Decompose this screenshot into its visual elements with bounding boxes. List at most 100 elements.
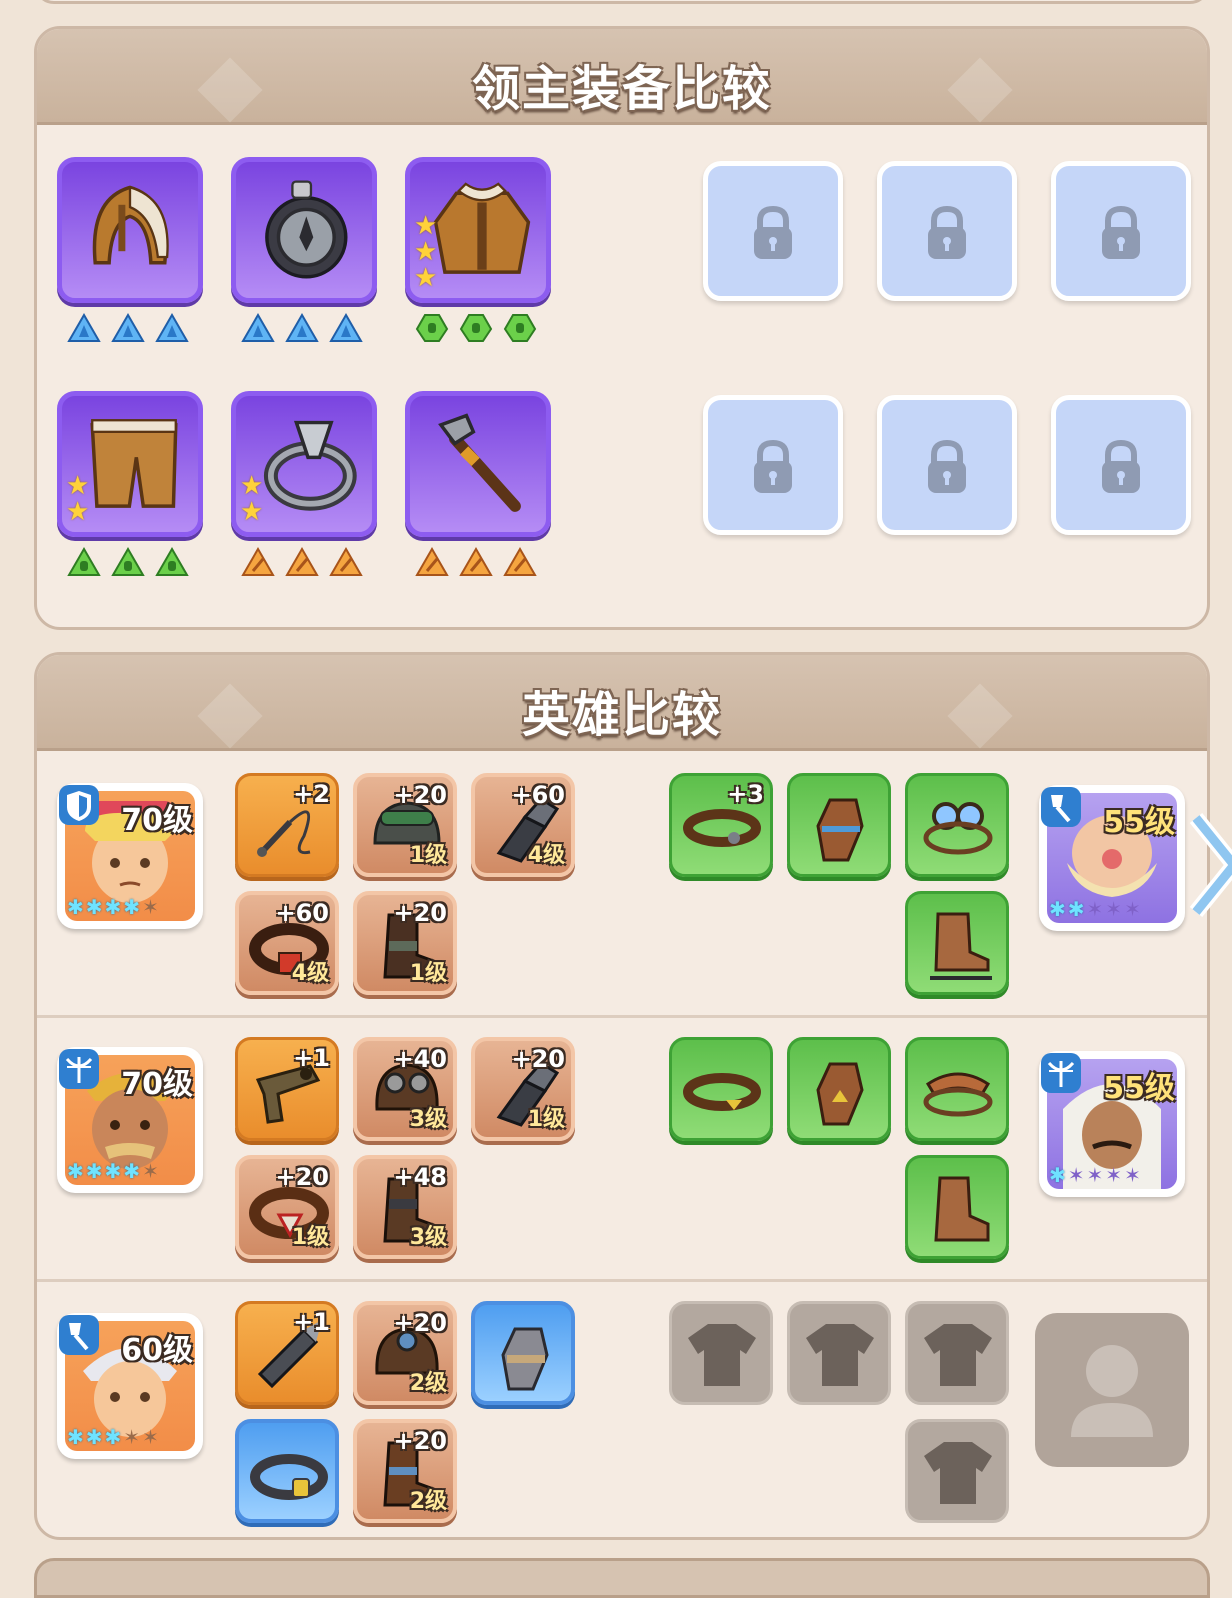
equip-slot[interactable]: +60 4级 bbox=[471, 773, 575, 877]
equip-bonus: +2 bbox=[293, 780, 330, 808]
blue-gem-icon bbox=[285, 313, 319, 342]
empty-hero-slot[interactable] bbox=[1035, 1313, 1189, 1467]
hammer-staff-icon bbox=[438, 413, 521, 512]
lord-slot-hat[interactable] bbox=[57, 157, 203, 303]
equip-slot[interactable]: +3 bbox=[669, 773, 773, 877]
orange-gem-icon bbox=[415, 547, 449, 576]
empty-shirt-icon bbox=[688, 1324, 756, 1386]
star-icon: ✱ bbox=[67, 1425, 84, 1449]
hero-panel-header: 英雄比较 bbox=[37, 655, 1207, 751]
equip-slot[interactable] bbox=[905, 1037, 1009, 1141]
equip-slot[interactable]: +20 1级 bbox=[235, 1155, 339, 1259]
equip-bonus: +48 bbox=[393, 1163, 447, 1191]
equip-slot[interactable]: +20 1级 bbox=[353, 891, 457, 995]
shovel-icon bbox=[1041, 787, 1081, 827]
compass-wheel-icon bbox=[265, 180, 348, 279]
hero-card-left[interactable]: 70级 ✱ ✱ ✱ ✱ ✶ bbox=[57, 1047, 203, 1193]
star-icon: ★ bbox=[240, 497, 264, 527]
equip-slot[interactable]: +1 bbox=[235, 1037, 339, 1141]
orange-gem-icon bbox=[329, 547, 363, 576]
locked-slot[interactable] bbox=[703, 161, 843, 301]
star-icon: ✶ bbox=[1067, 1163, 1085, 1187]
empty-shirt-icon bbox=[924, 1442, 992, 1504]
star-icon: ✶ bbox=[142, 895, 159, 919]
equip-bonus: +40 bbox=[393, 1045, 447, 1073]
equip-slot[interactable] bbox=[471, 1301, 575, 1405]
fur-pants-icon bbox=[90, 419, 178, 508]
star-icon: ✶ bbox=[1086, 897, 1104, 921]
hero-stars: ✱ ✱ ✱ ✱ ✶ bbox=[67, 895, 159, 919]
orange-gem-icon bbox=[459, 547, 493, 576]
blue-gem-icon bbox=[155, 313, 189, 342]
empty-equip-slot[interactable] bbox=[669, 1301, 773, 1405]
locked-slot[interactable] bbox=[877, 395, 1017, 535]
orange-gem-icon bbox=[503, 547, 537, 576]
locked-slot[interactable] bbox=[877, 161, 1017, 301]
lock-icon bbox=[1102, 439, 1140, 493]
equip-slot[interactable]: +20 1级 bbox=[471, 1037, 575, 1141]
equip-slot[interactable]: +20 2级 bbox=[353, 1419, 457, 1523]
equip-bonus: +20 bbox=[393, 1427, 447, 1455]
locked-slot[interactable] bbox=[703, 395, 843, 535]
star-icon: ✱ bbox=[123, 1159, 141, 1183]
star-icon: ★ bbox=[414, 237, 438, 267]
hero-level: 55级 bbox=[1103, 1071, 1175, 1106]
star-icon: ✱ bbox=[1067, 897, 1085, 921]
blue-gem-icon bbox=[111, 313, 145, 342]
equip-slot[interactable]: +1 bbox=[235, 1301, 339, 1405]
equip-bonus: +3 bbox=[727, 780, 764, 808]
locked-slot[interactable] bbox=[1051, 395, 1191, 535]
empty-equip-slot[interactable] bbox=[787, 1301, 891, 1405]
empty-equip-slot[interactable] bbox=[905, 1419, 1009, 1523]
equip-slot[interactable] bbox=[905, 891, 1009, 995]
equip-slot[interactable]: +2 bbox=[235, 773, 339, 877]
star-icon: ✱ bbox=[104, 1159, 122, 1183]
blue-gem-icon bbox=[241, 313, 275, 342]
hero-card-right[interactable]: 55级 ✱ ✱ ✶ ✶ ✶ bbox=[1039, 785, 1185, 931]
hero-card-left[interactable]: 60级 ✱ ✱ ✱ ✶ ✶ bbox=[57, 1313, 203, 1459]
green-gem-icon bbox=[155, 547, 189, 576]
star-icon: ✱ bbox=[85, 895, 103, 919]
lord-slot-ring[interactable]: ★ ★ bbox=[231, 391, 377, 537]
equip-slot[interactable]: +40 3级 bbox=[353, 1037, 457, 1141]
hero-level: 60级 bbox=[121, 1333, 193, 1368]
star-icon: ★ bbox=[66, 471, 90, 501]
hero-level: 70级 bbox=[121, 1067, 193, 1102]
lord-slot-pants[interactable]: ★ ★ bbox=[57, 391, 203, 537]
equip-slot[interactable] bbox=[669, 1037, 773, 1141]
equip-slot[interactable] bbox=[905, 773, 1009, 877]
equip-slot[interactable] bbox=[787, 1037, 891, 1141]
equip-slot[interactable] bbox=[235, 1419, 339, 1523]
lord-slot-coat[interactable]: ★ ★ ★ bbox=[405, 157, 551, 303]
star-rating: ★ ★ bbox=[66, 471, 90, 525]
hero-card-right[interactable]: 55级 ✱ ✶ ✶ ✶ ✶ bbox=[1039, 1051, 1185, 1197]
crossbow-icon bbox=[1041, 1053, 1081, 1093]
belt-icon bbox=[250, 1454, 328, 1500]
equip-slot[interactable]: +20 1级 bbox=[353, 773, 457, 877]
orange-gem-icon bbox=[285, 547, 319, 576]
star-icon: ★ bbox=[240, 471, 264, 501]
hero-card-left[interactable]: 70级 ✱ ✱ ✱ ✱ ✶ bbox=[57, 783, 203, 929]
equip-slot[interactable]: +60 4级 bbox=[235, 891, 339, 995]
lord-slot-staff[interactable] bbox=[405, 391, 551, 537]
row-divider bbox=[37, 1279, 1207, 1282]
locked-slot[interactable] bbox=[1051, 161, 1191, 301]
empty-shirt-icon bbox=[806, 1324, 874, 1386]
green-gem-icon bbox=[67, 547, 101, 576]
goggles-icon bbox=[923, 802, 993, 855]
equip-slot[interactable]: +48 3级 bbox=[353, 1155, 457, 1259]
equip-slot[interactable] bbox=[787, 773, 891, 877]
fur-coat-icon bbox=[433, 182, 531, 274]
equip-level: 4级 bbox=[291, 961, 329, 986]
crossbow-icon bbox=[59, 1049, 99, 1089]
star-icon: ✱ bbox=[67, 895, 84, 919]
empty-equip-slot[interactable] bbox=[905, 1301, 1009, 1405]
next-arrow-icon[interactable] bbox=[1186, 810, 1232, 920]
equip-slot[interactable]: +20 2级 bbox=[353, 1301, 457, 1405]
equip-bonus: +20 bbox=[511, 1045, 565, 1073]
lord-slot-compass[interactable] bbox=[231, 157, 377, 303]
blue-gem-icon bbox=[329, 313, 363, 342]
equip-level: 1级 bbox=[291, 1225, 329, 1250]
gem-row bbox=[67, 313, 189, 343]
equip-slot[interactable] bbox=[905, 1155, 1009, 1259]
